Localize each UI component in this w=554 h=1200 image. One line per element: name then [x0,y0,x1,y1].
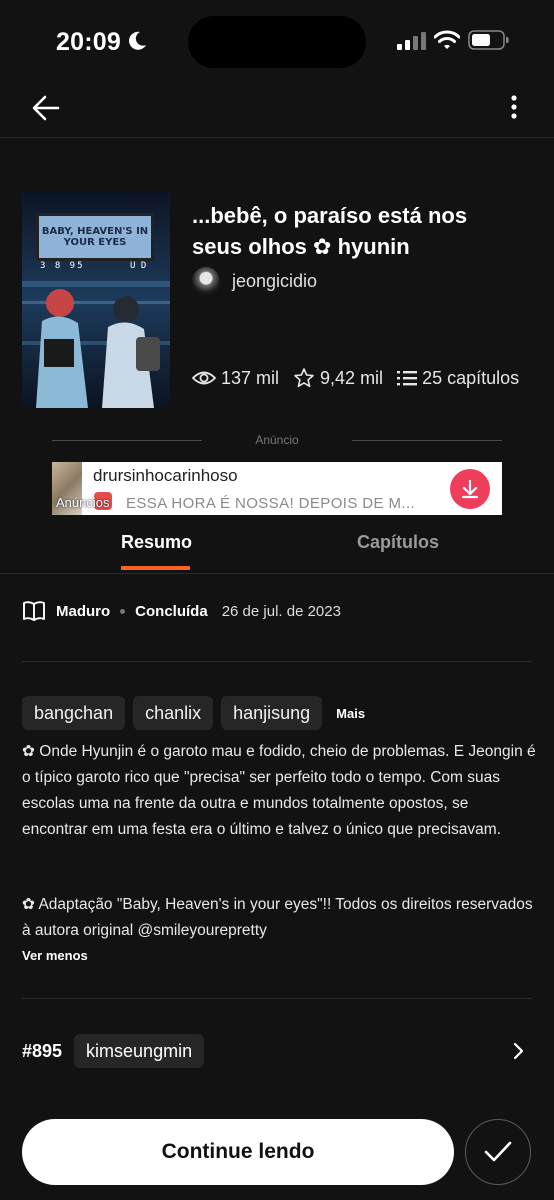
reads-count: 137 mil [221,367,280,388]
ad-badge: Anúncios [56,495,110,510]
tag-chip[interactable]: chanlix [133,696,214,730]
battery-icon [468,30,509,50]
description-paragraph: ✿ Onde Hyunjin é o garoto mau e fodido, … [22,743,536,838]
tab-chapters[interactable]: Capítulos [357,532,439,553]
story-title: ...bebê, o paraíso está nos seus olhos ✿… [192,203,468,259]
moon-icon [129,31,146,50]
ranking-row[interactable]: #895 kimseungmin [22,1034,532,1068]
completion-status: Concluída [135,602,208,620]
ad-banner[interactable]: drursinhocarinhoso ESSA HORA É NOSSA! DE… [52,462,502,515]
author-link[interactable]: jeongicidio [192,266,317,296]
cover-sign-text: BABY, HEAVEN'S IN YOUR EYES [41,226,149,248]
parts-stat: 25 capítulos [397,368,519,389]
signal-icon [397,32,426,50]
parts-count: 25 capítulos [422,367,520,388]
description-paragraph: ✿ Adaptação "Baby, Heaven's in your eyes… [22,896,533,939]
checkmark-icon [484,1141,512,1162]
ranking-number: #895 [22,1040,63,1061]
ranking-tag: kimseungmin [74,1034,205,1068]
more-options-icon[interactable] [500,92,528,124]
tag-chip[interactable]: bangchan [22,696,126,730]
cover-code: U D [130,261,147,271]
publish-date: 26 de jul. de 2023 [221,602,341,620]
continue-reading-button[interactable]: Continue lendo [22,1119,454,1185]
tag-list: bangchan chanlix hanjisung Mais [22,696,365,730]
see-less-link[interactable]: Ver menos [22,948,88,963]
chevron-right-icon [513,1042,524,1060]
eye-icon [192,371,216,385]
status-time: 20:09 [56,28,121,56]
avatar [192,267,220,295]
status-bar: 20:09 [0,0,554,84]
meta-separator [120,608,126,614]
tab-bar: Resumo Capítulos [0,518,554,574]
more-tags-link[interactable]: Mais [336,706,365,721]
rating-label: Maduro [56,602,111,620]
ad-divider-left [52,440,202,441]
ad-label: Anúncio [255,433,299,447]
section-divider [22,998,532,999]
section-divider [22,661,532,662]
reads-stat: 137 mil [192,368,279,389]
top-nav [0,84,554,138]
add-to-library-button[interactable] [465,1119,531,1185]
ad-text: ESSA HORA É NOSSA! DEPOIS DE M... [126,495,416,512]
download-icon [461,479,479,499]
tab-summary[interactable]: Resumo [121,532,192,553]
cover-digits: 3 8 95 [40,261,85,271]
ad-divider-right [352,440,502,441]
author-name: jeongicidio [232,270,318,291]
ad-download-button[interactable] [450,469,490,509]
votes-stat: 9,42 mil [293,367,383,389]
story-cover[interactable]: BABY, HEAVEN'S IN YOUR EYES 3 8 95 U D [22,191,170,408]
active-tab-indicator [121,566,190,570]
story-meta: Maduro Concluída 26 de jul. de 2023 [22,598,341,624]
list-icon [397,371,418,386]
ad-advertiser: drursinhocarinhoso [93,466,238,485]
back-arrow-icon[interactable] [30,92,62,124]
cover-sign: BABY, HEAVEN'S IN YOUR EYES [36,213,154,261]
star-icon [294,368,314,388]
tag-chip[interactable]: hanjisung [221,696,323,730]
book-icon [23,601,45,621]
dynamic-island [188,16,366,68]
votes-count: 9,42 mil [320,367,384,388]
wifi-icon [434,30,460,49]
story-stats: 137 mil 9,42 mil 25 capítulos [192,366,533,390]
